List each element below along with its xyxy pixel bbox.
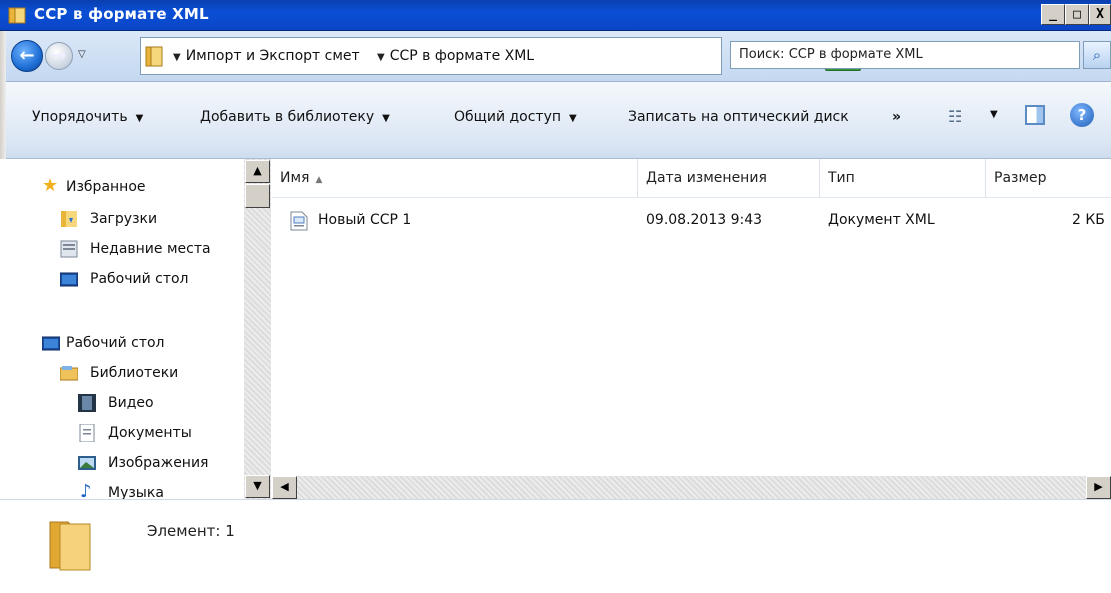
desktop-icon [60, 272, 78, 287]
music-icon: ♪ [80, 481, 92, 502]
chevron-down-icon: ▼ [173, 52, 181, 63]
column-header-name[interactable]: Имя ▲ [272, 159, 638, 197]
chevron-down-icon: ▼ [382, 113, 390, 124]
back-button[interactable]: ← [11, 40, 43, 72]
file-size: 2 КБ [1072, 212, 1105, 228]
organize-button[interactable]: Упорядочить ▼ [32, 109, 143, 125]
nav-item-desktop-fav[interactable]: Рабочий стол [0, 266, 244, 294]
recent-places-icon [60, 240, 78, 258]
breadcrumb-item[interactable]: ▼ ССР в формате XML [377, 48, 534, 64]
address-bar[interactable]: ▼ Импорт и Экспорт смет ▼ ССР в формате XM… [140, 37, 861, 75]
recent-pages-dropdown[interactable]: ▽ [78, 49, 86, 60]
nav-item-libraries[interactable]: Библиотеки [0, 360, 244, 388]
pictures-icon [78, 456, 96, 470]
column-header-type[interactable]: Тип [820, 159, 986, 197]
folder-icon [49, 521, 91, 571]
documents-icon [79, 424, 95, 442]
xml-file-icon [290, 211, 308, 231]
scroll-down-button[interactable]: ▼ [245, 475, 270, 498]
view-options-icon[interactable]: ☷ [948, 107, 962, 126]
scroll-up-button[interactable]: ▲ [245, 160, 270, 183]
nav-item-favorites[interactable]: ★ Избранное [0, 174, 244, 202]
column-header-row: Имя ▲ Дата изменения Тип Размер [272, 159, 1111, 198]
nav-item-desktop[interactable]: Рабочий стол [0, 330, 244, 358]
scroll-left-button[interactable]: ◀ [272, 476, 297, 499]
column-header-size[interactable]: Размер [986, 159, 1111, 197]
chevron-down-icon: ▼ [377, 52, 385, 63]
preview-pane-icon[interactable] [1025, 105, 1045, 125]
sort-up-icon: ▲ [315, 175, 323, 185]
close-button[interactable]: X [1089, 4, 1111, 25]
nav-item-video[interactable]: Видео [0, 390, 244, 418]
more-commands-button[interactable]: » [892, 109, 901, 125]
add-to-library-button[interactable]: Добавить в библиотеку ▼ [200, 109, 390, 125]
chevron-down-icon[interactable]: ▼ [990, 109, 998, 120]
title-bar[interactable]: ССР в формате XML _ □ X [0, 0, 1111, 31]
share-button[interactable]: Общий доступ ▼ [454, 109, 577, 125]
file-date: 09.08.2013 9:43 [646, 212, 763, 228]
horizontal-scrollbar[interactable]: ◀ ▶ [272, 476, 1111, 499]
star-icon: ★ [42, 175, 59, 196]
minimize-button[interactable]: _ [1041, 4, 1065, 25]
navigation-pane: ★ Избранное Загрузки Недавние места Рабо… [0, 159, 245, 502]
file-name: Новый ССР 1 [318, 212, 412, 228]
folder-icon [145, 46, 163, 67]
window-title: ССР в формате XML [34, 5, 209, 23]
command-toolbar: Упорядочить ▼ Добавить в библиотеку ▼ Общи… [0, 82, 1111, 159]
video-icon [78, 394, 96, 412]
nav-item-recent-places[interactable]: Недавние места [0, 236, 244, 264]
table-row[interactable]: Новый ССР 1 09.08.2013 9:43 Документ XML… [272, 205, 1111, 237]
nav-item-downloads[interactable]: Загрузки [0, 206, 244, 234]
libraries-icon [60, 366, 78, 381]
item-count: Элемент: 1 [147, 522, 235, 540]
scroll-right-button[interactable]: ▶ [1086, 476, 1111, 499]
help-icon[interactable]: ? [1070, 103, 1094, 127]
file-type: Документ XML [828, 212, 935, 228]
search-button[interactable]: ⌕ [1083, 41, 1111, 69]
chevron-down-icon: ▼ [569, 113, 577, 124]
file-list: Имя ▲ Дата изменения Тип Размер Новый ССР… [272, 159, 1111, 476]
burn-button[interactable]: Записать на оптический диск [628, 109, 849, 125]
chevron-down-icon: ▼ [135, 113, 144, 124]
search-input[interactable]: Поиск: ССР в формате XML [730, 41, 1080, 69]
address-toolbar: ← → ▽ ▼ Импорт и Экспорт смет ▼ ССР в форм… [0, 31, 1111, 82]
forward-button[interactable]: → [45, 42, 73, 70]
arrow-right-icon: → [51, 45, 67, 66]
nav-item-pictures[interactable]: Изображения [0, 450, 244, 478]
scroll-thumb[interactable] [245, 184, 270, 208]
column-header-date[interactable]: Дата изменения [638, 159, 820, 197]
navigation-scrollbar[interactable]: ▲ ▼ [244, 159, 271, 499]
folder-icon [8, 7, 26, 24]
details-pane: Элемент: 1 [0, 499, 1111, 593]
downloads-icon [61, 211, 77, 227]
maximize-button[interactable]: □ [1065, 4, 1089, 25]
search-icon: ⌕ [1092, 46, 1102, 64]
breadcrumb-item[interactable]: ▼ Импорт и Экспорт смет [173, 48, 360, 64]
arrow-left-icon: ← [19, 45, 35, 66]
desktop-icon [42, 336, 60, 351]
nav-item-documents[interactable]: Документы [0, 420, 244, 448]
